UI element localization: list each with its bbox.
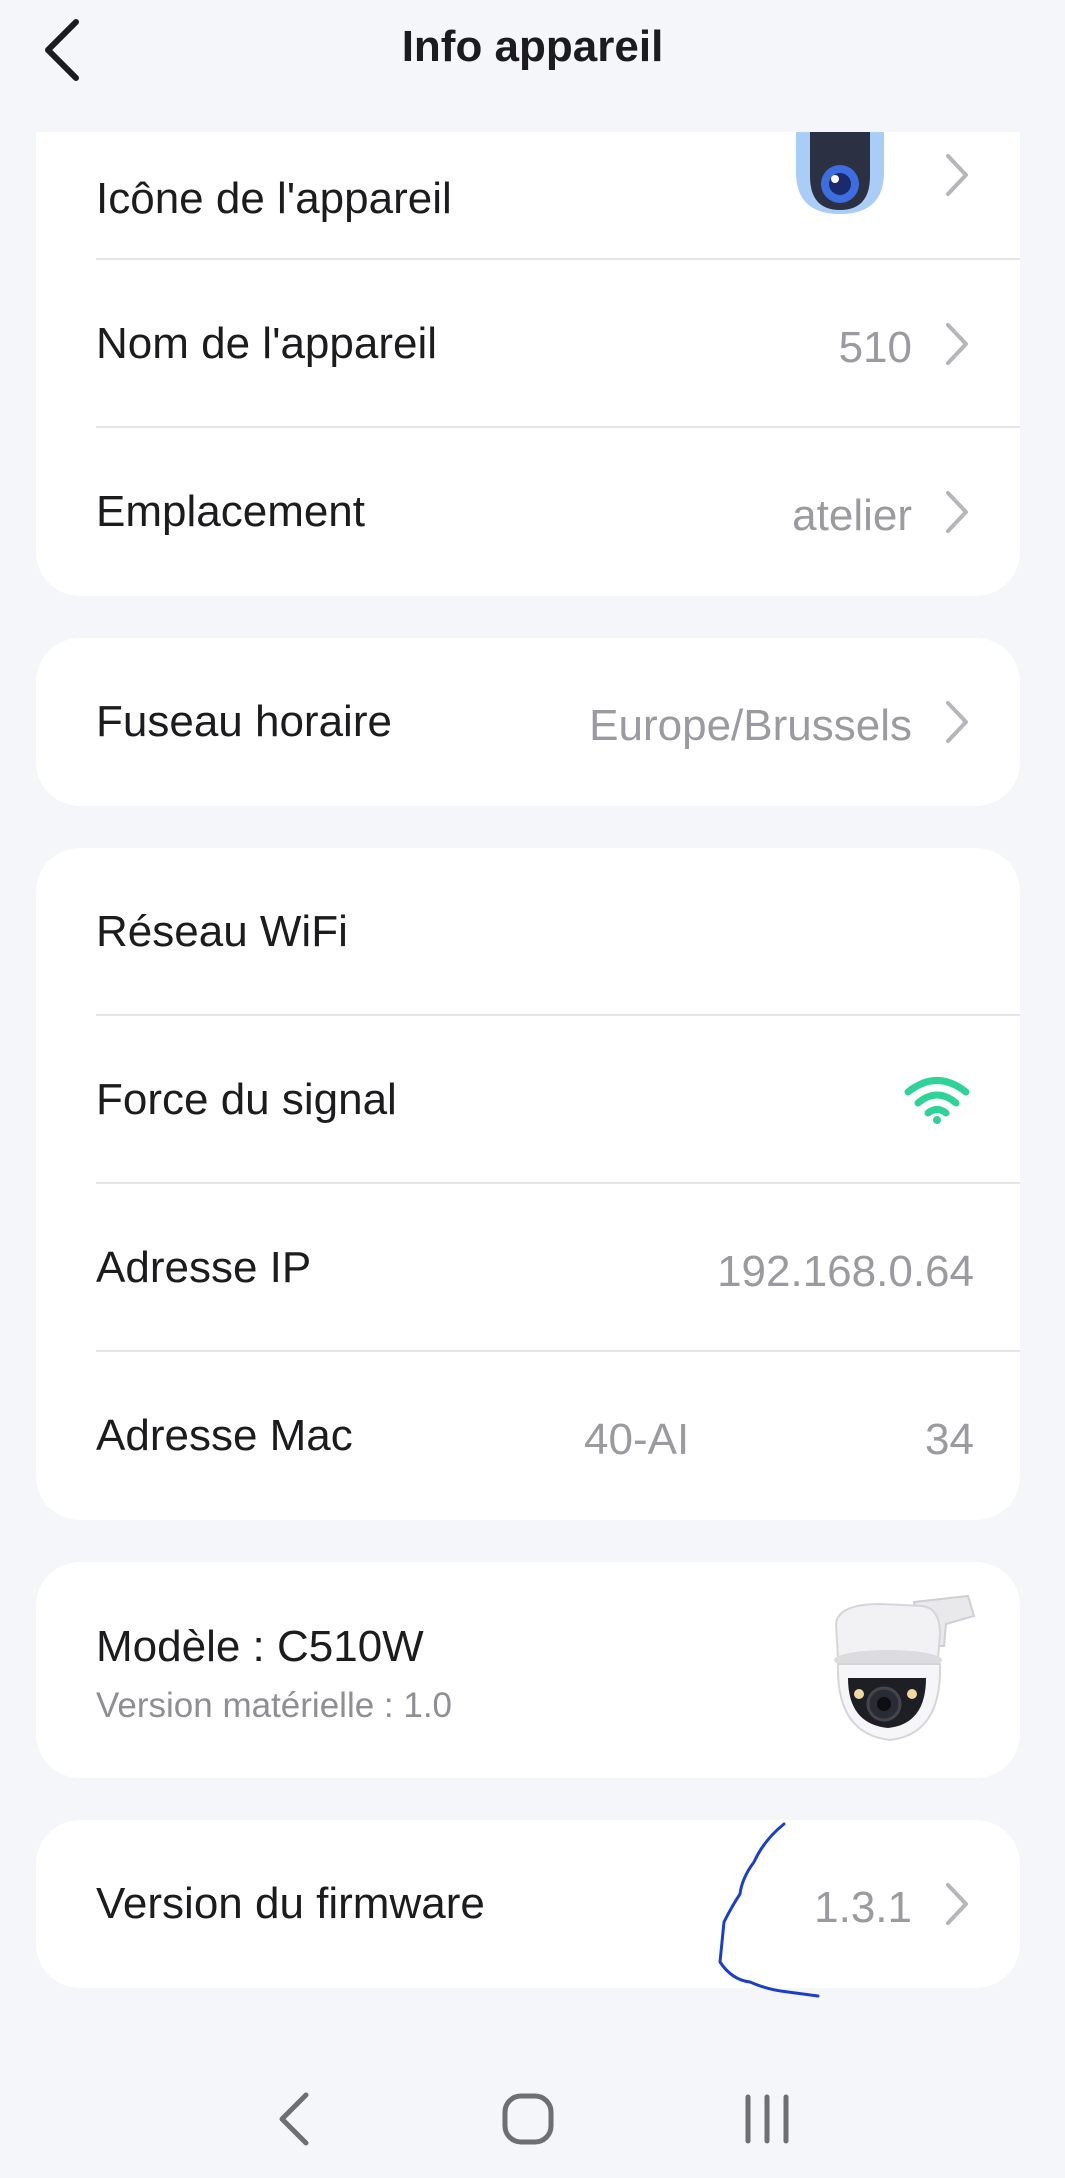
- camera-device-icon: [834, 1594, 976, 1742]
- wifi-network-label: Réseau WiFi: [96, 907, 348, 956]
- page-title: Info appareil: [401, 22, 664, 71]
- wifi-signal-icon: [904, 1077, 970, 1124]
- timezone-label: Fuseau horaire: [96, 697, 392, 746]
- device-icon-row[interactable]: Icône de l'appareil: [36, 132, 1020, 260]
- signal-strength-label: Force du signal: [96, 1075, 397, 1124]
- camera-device-icon: [796, 132, 884, 214]
- signal-strength-row: Force du signal: [36, 1016, 1020, 1184]
- device-name-row[interactable]: Nom de l'appareil 510: [36, 260, 1020, 428]
- model-name: Modèle : C510W: [96, 1622, 424, 1671]
- model-card: Modèle : C510W Version matérielle : 1.0: [36, 1562, 1020, 1778]
- wifi-network-row: Réseau WiFi: [36, 848, 1020, 1016]
- timezone-row[interactable]: Fuseau horaire Europe/Brussels: [36, 638, 1020, 806]
- system-nav-bar: [0, 2060, 1065, 2178]
- chevron-right-icon: [946, 1883, 968, 1925]
- firmware-card: Version du firmware 1.3.1: [36, 1820, 1020, 1988]
- firmware-value: 1.3.1: [814, 1883, 912, 1932]
- ip-address-value: 192.168.0.64: [717, 1247, 974, 1296]
- nav-back-icon[interactable]: [274, 2091, 314, 2147]
- device-card: Icône de l'appareil Nom de l'appareil 51…: [36, 132, 1020, 596]
- location-row[interactable]: Emplacement atelier: [36, 428, 1020, 596]
- ip-address-label: Adresse IP: [96, 1243, 312, 1292]
- hardware-version: Version matérielle : 1.0: [96, 1686, 453, 1725]
- annotation-stroke: [718, 1822, 820, 1998]
- mac-address-label: Adresse Mac: [96, 1411, 353, 1460]
- timezone-card: Fuseau horaire Europe/Brussels: [36, 638, 1020, 806]
- nav-recents-icon[interactable]: [742, 2093, 792, 2145]
- header: Info appareil: [0, 0, 1065, 132]
- chevron-right-icon: [946, 323, 968, 365]
- firmware-label: Version du firmware: [96, 1879, 485, 1928]
- mac-address-row: Adresse Mac 40-AI 34: [36, 1352, 1020, 1520]
- timezone-value: Europe/Brussels: [589, 701, 912, 750]
- chevron-right-icon: [946, 701, 968, 743]
- device-name-label: Nom de l'appareil: [96, 319, 438, 368]
- device-info-screen: Info appareil Icône de l'appareil Nom de…: [0, 0, 1065, 2178]
- location-label: Emplacement: [96, 487, 366, 536]
- location-value: atelier: [792, 491, 912, 540]
- firmware-row[interactable]: Version du firmware 1.3.1: [36, 1820, 1020, 1988]
- ip-address-row: Adresse IP 192.168.0.64: [36, 1184, 1020, 1352]
- nav-home-icon[interactable]: [501, 2092, 555, 2146]
- device-name-value: 510: [838, 323, 912, 372]
- device-icon-label: Icône de l'appareil: [96, 174, 452, 223]
- mac-address-end: 34: [925, 1415, 974, 1464]
- chevron-right-icon: [946, 154, 968, 196]
- mac-address-start: 40-AI: [584, 1415, 690, 1464]
- chevron-right-icon: [946, 491, 968, 533]
- network-card: Réseau WiFi Force du signal Adresse IP 1…: [36, 848, 1020, 1520]
